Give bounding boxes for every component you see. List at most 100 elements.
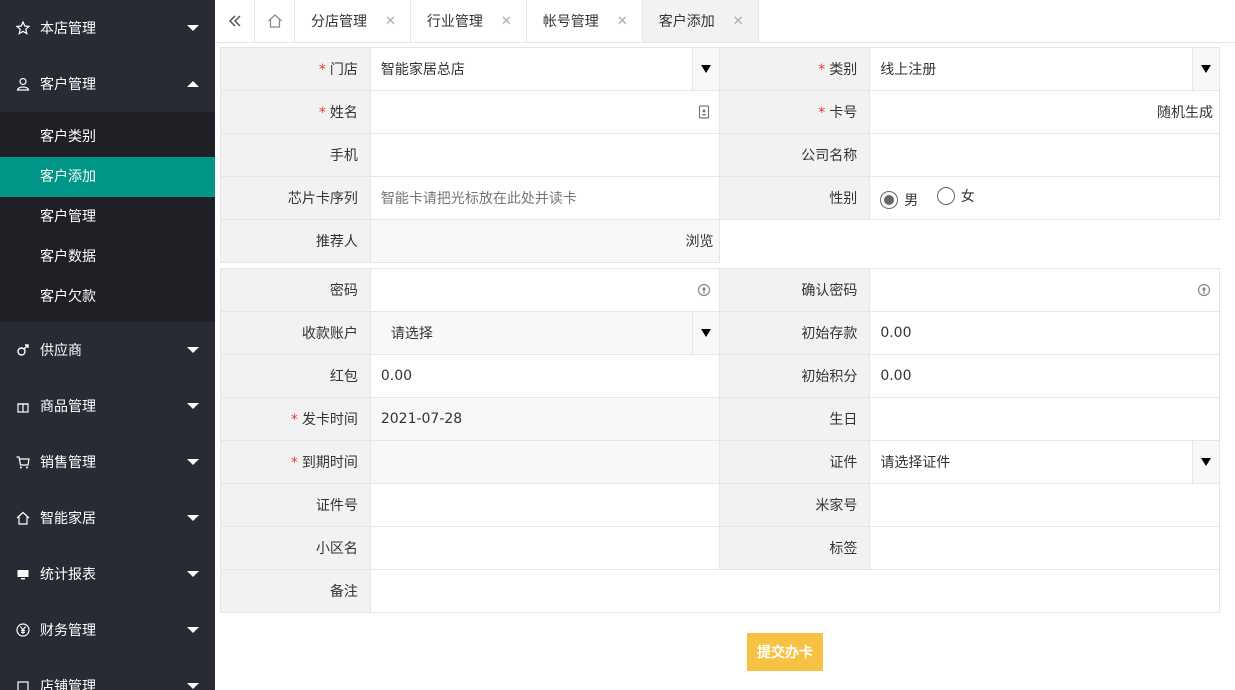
id-card-icon[interactable]: [697, 105, 711, 119]
certificate-no-label: 证件号: [220, 483, 371, 527]
tab-industry-manage[interactable]: 行业管理 ✕: [411, 0, 527, 42]
sidebar-item-label: 销售管理: [40, 455, 96, 471]
phone-input[interactable]: [369, 133, 721, 177]
chevron-down-icon: [187, 515, 199, 521]
name-input[interactable]: [369, 90, 721, 134]
certificate-no-input[interactable]: [369, 483, 721, 527]
sidebar-item-customer[interactable]: 客户管理: [0, 56, 215, 112]
initial-deposit-label: 初始存款: [719, 311, 871, 355]
initial-points-input[interactable]: 0.00: [869, 354, 1220, 398]
customer-submenu: 客户类别 客户添加 客户管理 客户数据 客户欠款: [0, 112, 215, 322]
gender-female-radio[interactable]: 女: [936, 186, 975, 206]
key-icon[interactable]: [697, 283, 711, 297]
submenu-item-customer-data[interactable]: 客户数据: [0, 237, 215, 277]
home-tab-button[interactable]: [255, 0, 295, 42]
dropdown-arrow-icon: [692, 48, 720, 90]
chevron-down-icon: [187, 683, 199, 689]
customer-basic-form: * 门店 智能家居总店 * 类别 线上注册 * 姓名 * 卡号 随机生成 手机 公司名称…: [220, 47, 1220, 263]
phone-label: 手机: [220, 133, 371, 177]
close-icon[interactable]: ✕: [617, 14, 628, 29]
sidebar: 本店管理 客户管理 客户类别 客户添加 客户管理 客户数据 客户欠款 供应商 商…: [0, 0, 215, 690]
sidebar-item-goods[interactable]: 商品管理: [0, 378, 215, 434]
card-no-input[interactable]: 随机生成: [869, 90, 1220, 134]
card-no-label: * 卡号: [719, 90, 871, 134]
user-icon: [16, 77, 30, 91]
chevron-down-icon: [187, 347, 199, 353]
browse-button[interactable]: 浏览: [685, 220, 713, 262]
chevron-down-icon: [187, 627, 199, 633]
chevron-up-icon: [187, 81, 199, 87]
name-label: * 姓名: [220, 90, 371, 134]
store-label: * 门店: [220, 47, 371, 91]
submenu-item-customer-debt[interactable]: 客户欠款: [0, 277, 215, 317]
sidebar-item-label: 商品管理: [40, 399, 96, 415]
sidebar-item-smart-home[interactable]: 智能家居: [0, 490, 215, 546]
chip-serial-input[interactable]: 智能卡请把光标放在此处并读卡: [369, 176, 721, 220]
password-label: 密码: [220, 268, 371, 312]
close-icon[interactable]: ✕: [501, 14, 512, 29]
home-icon: [16, 511, 30, 525]
collapse-button[interactable]: [215, 0, 255, 42]
confirm-password-input[interactable]: [869, 268, 1220, 312]
customer-account-form: 密码 确认密码 收款账户 请选择 初始存款 0.00 红包 0.00 初始积分 …: [220, 268, 1221, 613]
password-input[interactable]: [369, 268, 721, 312]
payment-account-label: 收款账户: [220, 311, 371, 355]
tab-label: 帐号管理: [542, 14, 599, 30]
yen-icon: [16, 623, 30, 637]
chevron-down-icon: [187, 571, 199, 577]
tab-customer-add[interactable]: 客户添加 ✕: [642, 0, 759, 42]
sidebar-item-reports[interactable]: 统计报表: [0, 546, 215, 602]
mijia-no-input[interactable]: [869, 483, 1220, 527]
tag-label: 标签: [719, 526, 871, 570]
initial-points-label: 初始积分: [719, 354, 871, 398]
submit-card-button[interactable]: 提交办卡: [747, 633, 823, 671]
close-icon[interactable]: ✕: [733, 14, 744, 29]
submenu-item-customer-add[interactable]: 客户添加: [0, 157, 215, 197]
chip-serial-label: 芯片卡序列: [220, 176, 371, 220]
certificate-select[interactable]: 请选择证件: [869, 440, 1220, 484]
close-icon[interactable]: ✕: [385, 14, 396, 29]
category-select[interactable]: 线上注册: [869, 47, 1220, 91]
sidebar-item-label: 客户管理: [40, 77, 96, 93]
tab-branch-manage[interactable]: 分店管理 ✕: [295, 0, 411, 42]
red-packet-input[interactable]: 0.00: [369, 354, 721, 398]
sidebar-item-supplier[interactable]: 供应商: [0, 322, 215, 378]
tab-account-manage[interactable]: 帐号管理 ✕: [527, 0, 643, 42]
birthday-label: 生日: [719, 397, 871, 441]
company-input[interactable]: [869, 133, 1220, 177]
remark-input[interactable]: [369, 569, 1221, 613]
certificate-label: 证件: [719, 440, 871, 484]
sidebar-item-label: 智能家居: [40, 511, 96, 527]
initial-deposit-input[interactable]: 0.00: [869, 311, 1220, 355]
tab-label: 分店管理: [311, 14, 367, 30]
community-input[interactable]: [369, 526, 721, 570]
sidebar-item-sales[interactable]: 销售管理: [0, 434, 215, 490]
chevron-down-icon: [187, 459, 199, 465]
home-icon: [267, 14, 282, 28]
submenu-item-customer-manage[interactable]: 客户管理: [0, 197, 215, 237]
payment-account-select[interactable]: 请选择: [369, 311, 721, 355]
gender-male-radio[interactable]: 男: [880, 190, 918, 210]
sidebar-item-label: 统计报表: [40, 567, 96, 583]
chevron-down-icon: [187, 25, 199, 31]
expire-date-input[interactable]: [369, 440, 721, 484]
sidebar-item-store[interactable]: 本店管理: [0, 0, 215, 56]
tag-input[interactable]: [869, 526, 1220, 570]
dropdown-arrow-icon: [1192, 441, 1219, 483]
confirm-password-label: 确认密码: [719, 268, 871, 312]
issue-date-input[interactable]: 2021-07-28: [369, 397, 721, 441]
tab-label: 行业管理: [426, 14, 483, 30]
sidebar-item-shop[interactable]: 店铺管理: [0, 658, 215, 690]
category-label: * 类别: [719, 47, 871, 91]
submenu-item-customer-category[interactable]: 客户类别: [0, 117, 215, 157]
chevron-down-icon: [187, 403, 199, 409]
birthday-input[interactable]: [869, 397, 1220, 441]
sidebar-item-finance[interactable]: 财务管理: [0, 602, 215, 658]
community-label: 小区名: [220, 526, 371, 570]
gender-label: 性别: [719, 176, 871, 220]
store-select[interactable]: 智能家居总店: [369, 47, 721, 91]
key-icon[interactable]: [1197, 283, 1211, 297]
referrer-input[interactable]: 浏览: [369, 219, 721, 263]
red-packet-label: 红包: [220, 354, 371, 398]
sidebar-item-label: 财务管理: [40, 623, 96, 639]
